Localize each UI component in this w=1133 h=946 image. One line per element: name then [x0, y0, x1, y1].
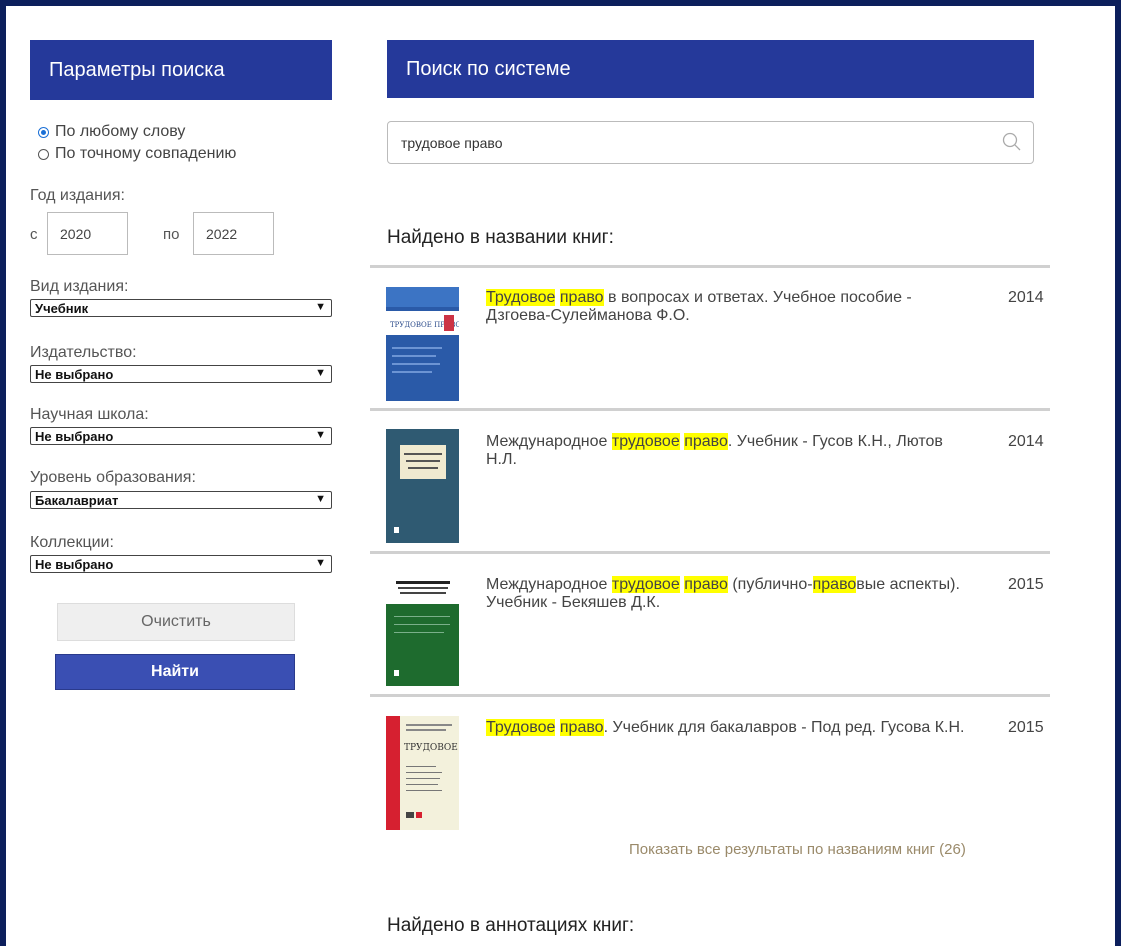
- year-to-prefix: по: [163, 226, 180, 243]
- highlighted-term: право: [812, 576, 857, 593]
- type-label: Вид издания:: [30, 278, 129, 295]
- result-title[interactable]: Трудовое право в вопросах и ответах. Уче…: [486, 289, 978, 325]
- year-from-input[interactable]: 2020: [47, 212, 128, 255]
- publisher-select-value: Не выбрано: [35, 366, 114, 382]
- highlighted-term: Трудовое: [486, 289, 556, 306]
- year-from-value: 2020: [60, 225, 92, 242]
- chevron-down-icon: ▼: [315, 429, 326, 441]
- radio-match-exact[interactable]: По точному совпадению: [38, 145, 236, 163]
- result-year: 2014: [1008, 433, 1044, 450]
- sidebar-title: Параметры поиска: [30, 40, 332, 100]
- result-year: 2015: [1008, 719, 1044, 736]
- book-cover-image[interactable]: [386, 572, 459, 686]
- chevron-down-icon: ▼: [315, 301, 326, 313]
- chevron-down-icon: ▼: [315, 493, 326, 505]
- find-button-label: Найти: [151, 663, 199, 680]
- show-all-titles-link[interactable]: Показать все результаты по названиям кни…: [629, 841, 966, 858]
- search-input[interactable]: трудовое право: [387, 121, 1034, 164]
- result-title[interactable]: Международное трудовое право. Учебник - …: [486, 433, 978, 469]
- book-cover-image[interactable]: [386, 429, 459, 543]
- find-button[interactable]: Найти: [55, 654, 295, 690]
- search-query-value: трудовое право: [401, 134, 503, 151]
- clear-button-label: Очистить: [141, 613, 211, 630]
- year-from-prefix: с: [30, 226, 38, 243]
- cover-title-text: ТРУДОВОЕ: [404, 743, 458, 753]
- title-text: . Учебник для бакалавров - Под ред. Гусо…: [603, 719, 965, 736]
- highlighted-term: право: [559, 719, 604, 736]
- school-label: Научная школа:: [30, 406, 149, 423]
- title-text: Международное: [486, 433, 612, 450]
- book-cover-image[interactable]: ТРУДОВОЕ ПРАВО: [386, 287, 459, 401]
- search-icon[interactable]: [1001, 131, 1023, 153]
- result-item[interactable]: Международное трудовое право. Учебник - …: [370, 408, 1050, 550]
- title-text: (публично-: [727, 576, 813, 593]
- year-to-value: 2022: [206, 225, 238, 242]
- level-select-value: Бакалавриат: [35, 492, 119, 508]
- highlighted-term: право: [684, 576, 728, 593]
- title-text: Международное: [486, 576, 612, 593]
- year-label: Год издания:: [30, 187, 125, 204]
- type-select[interactable]: Учебник ▼: [30, 299, 332, 317]
- clear-button[interactable]: Очистить: [57, 603, 295, 641]
- highlighted-term: право: [684, 433, 728, 450]
- level-label: Уровень образования:: [30, 469, 196, 486]
- collections-label: Коллекции:: [30, 534, 114, 551]
- radio-unchecked-icon[interactable]: [38, 148, 49, 160]
- highlighted-term: Трудовое: [486, 719, 556, 736]
- radio-match-any[interactable]: По любому слову: [38, 123, 185, 141]
- main-title-text: Поиск по системе: [406, 57, 571, 80]
- level-select[interactable]: Бакалавриат ▼: [30, 491, 332, 509]
- result-year: 2015: [1008, 576, 1044, 593]
- found-in-titles-heading: Найдено в названии книг:: [387, 227, 614, 248]
- result-item[interactable]: Международное трудовое право (публично-п…: [370, 551, 1050, 693]
- radio-match-any-label: По любому слову: [55, 123, 186, 140]
- book-cover-image[interactable]: ТРУДОВОЕ: [386, 716, 459, 830]
- result-year: 2014: [1008, 289, 1044, 306]
- highlighted-term: трудовое: [611, 576, 680, 593]
- result-title[interactable]: Трудовое право. Учебник для бакалавров -…: [486, 719, 978, 737]
- highlighted-term: трудовое: [611, 433, 680, 450]
- school-select[interactable]: Не выбрано ▼: [30, 427, 332, 445]
- found-in-annotations-heading: Найдено в аннотациях книг:: [387, 915, 635, 936]
- result-item[interactable]: ТРУДОВОЕ Трудовое право. Учебник для бак…: [370, 694, 1050, 836]
- chevron-down-icon: ▼: [315, 557, 326, 569]
- radio-match-exact-label: По точному совпадению: [55, 145, 237, 162]
- school-select-value: Не выбрано: [35, 428, 114, 444]
- type-select-value: Учебник: [35, 300, 89, 316]
- publisher-select[interactable]: Не выбрано ▼: [30, 365, 332, 383]
- collections-select-value: Не выбрано: [35, 556, 114, 572]
- highlighted-term: право: [559, 289, 604, 306]
- publisher-label: Издательство:: [30, 344, 137, 361]
- result-item[interactable]: ТРУДОВОЕ ПРАВО Трудовое право в вопросах…: [370, 265, 1050, 407]
- sidebar-title-text: Параметры поиска: [49, 58, 225, 81]
- main-title: Поиск по системе: [387, 40, 1034, 98]
- result-title[interactable]: Международное трудовое право (публично-п…: [486, 576, 978, 612]
- collections-select[interactable]: Не выбрано ▼: [30, 555, 332, 573]
- radio-checked-icon[interactable]: [38, 126, 49, 138]
- year-to-input[interactable]: 2022: [193, 212, 274, 255]
- chevron-down-icon: ▼: [315, 367, 326, 379]
